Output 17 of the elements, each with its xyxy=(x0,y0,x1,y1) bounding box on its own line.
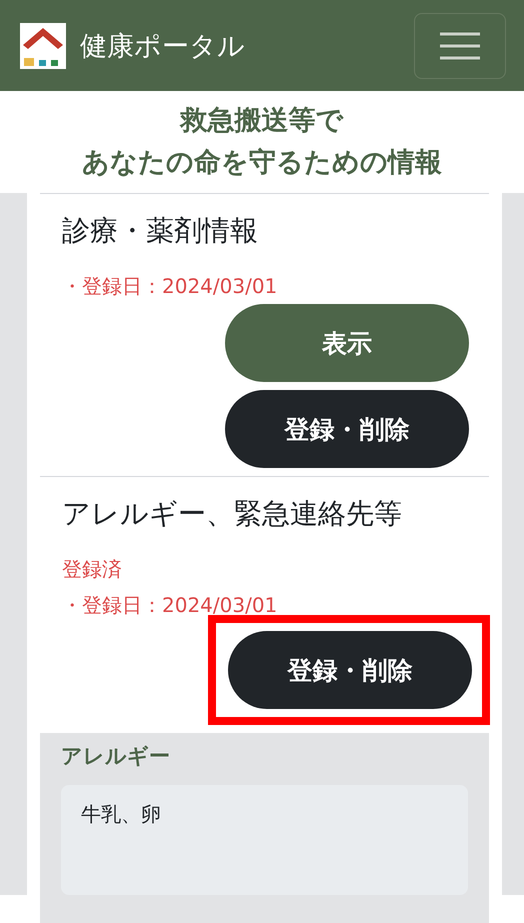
menu-icon xyxy=(440,30,480,60)
page-heading: あなたの命を守るための情報 xyxy=(82,146,442,180)
section-title: 診療・薬剤情報 xyxy=(62,213,259,249)
status-text: 登録済 xyxy=(62,556,123,583)
status-text: ・登録日：2024/03/01 xyxy=(62,592,278,619)
text-area[interactable]: 牛乳、卵 xyxy=(61,785,468,895)
page-heading: 救急搬送等で xyxy=(180,104,344,138)
status-text: ・登録日：2024/03/01 xyxy=(62,273,278,300)
field-value: 牛乳、卵 xyxy=(81,802,161,826)
field-label: アレルギー xyxy=(61,743,171,770)
house-logo-icon xyxy=(20,22,66,68)
view-button[interactable]: 表示 xyxy=(225,304,469,382)
register-delete-button[interactable]: 登録・削除 xyxy=(225,390,469,468)
section-title: アレルギー、緊急連絡先等 xyxy=(62,496,403,532)
menu-button[interactable] xyxy=(414,12,506,78)
register-delete-button[interactable]: 登録・削除 xyxy=(228,631,472,709)
site-title[interactable]: 健康ポータル xyxy=(80,28,245,64)
